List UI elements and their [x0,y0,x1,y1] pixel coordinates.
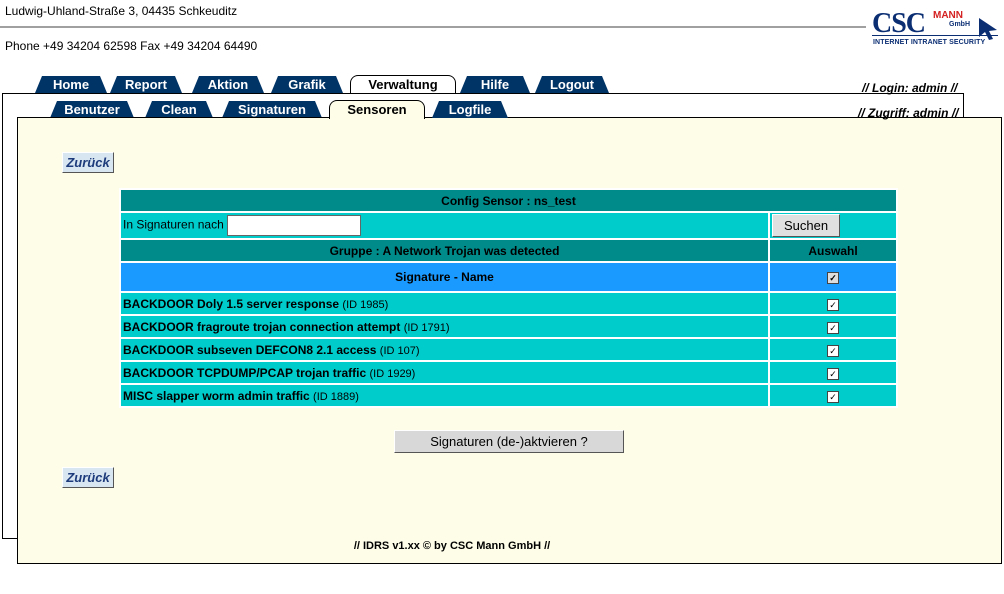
tab-verwaltung[interactable]: Verwaltung [350,75,456,94]
select-all-checkbox[interactable]: ✓ [827,272,839,284]
zugriff-label: // Zugriff: [858,106,910,120]
signature-id: (ID 1985) [342,298,389,311]
row-check-cell: ✓ [770,316,896,337]
signature-id: (ID 1929) [369,367,416,380]
row-checkbox[interactable]: ✓ [827,390,839,403]
signature-name: MISC slapper worm admin traffic [123,388,310,403]
row-checkbox[interactable]: ✓ [827,344,839,357]
zugriff-info: // Zugriff: admin // [858,106,958,120]
csc-mann-logo: CSC MANN GmbH INTERNET INTRANET SECURITY [872,8,1000,50]
table-row: BACKDOOR TCPDUMP/PCAP trojan traffic (ID… [121,362,896,383]
login-suffix: // [950,81,958,95]
footer-text: // IDRS v1.xx © by CSC Mann GmbH // [353,540,551,552]
search-input[interactable] [227,215,362,236]
row-checkbox[interactable]: ✓ [827,298,839,311]
tab-hilfe[interactable]: Hilfe [460,76,530,93]
row-name-cell: BACKDOOR TCPDUMP/PCAP trojan traffic (ID… [121,362,768,383]
company-phone: Phone +49 34204 62598 Fax +49 34204 6449… [5,39,258,53]
back-button-bottom[interactable]: Zurück [62,467,114,488]
row-check-cell: ✓ [770,339,896,360]
logo-mann: MANN [933,10,963,21]
signature-name: BACKDOOR TCPDUMP/PCAP trojan traffic [123,365,367,380]
logo-tagline: INTERNET INTRANET SECURITY [873,39,986,46]
signature-name: BACKDOOR Doly 1.5 server response [123,296,340,311]
toggle-signatures-button[interactable]: Signaturen (de-)aktvieren ? [394,430,624,453]
logo-gmbh: GmbH [949,21,970,28]
back-button-top[interactable]: Zurück [62,152,114,173]
tab-benutzer[interactable]: Benutzer [50,101,134,118]
signature-name: BACKDOOR subseven DEFCON8 2.1 access [123,342,377,357]
signature-id: (ID 107) [379,344,420,357]
tab-aktion[interactable]: Aktion [192,76,264,93]
login-label: // Login: [862,81,909,95]
row-checkbox[interactable]: ✓ [827,367,839,380]
signature-name: BACKDOOR fragroute trojan connection att… [123,319,401,334]
tab-logout[interactable]: Logout [535,76,609,93]
cursor-arrow-icon [979,18,997,40]
zugriff-suffix: // [951,106,959,120]
tab-sensoren[interactable]: Sensoren [329,100,425,119]
signature-id: (ID 1791) [403,321,450,334]
name-header: Signature - Name [121,263,768,291]
logo-rule [872,35,998,36]
search-label: In Signaturen nach [123,217,224,232]
footer-copyright: // IDRS v1.xx © by CSC Mann GmbH // [0,540,1004,552]
row-name-cell: MISC slapper worm admin traffic (ID 1889… [121,385,768,406]
login-info: // Login: admin // [862,81,957,95]
signature-table: Config Sensor : ns_test In Signaturen na… [119,188,898,408]
row-check-cell: ✓ [770,385,896,406]
select-all-cell: ✓ [770,263,896,291]
tab-clean[interactable]: Clean [145,101,213,118]
table-title: Config Sensor : ns_test [121,190,896,211]
search-cell: In Signaturen nach [121,213,768,238]
table-row: BACKDOOR subseven DEFCON8 2.1 access (ID… [121,339,896,360]
tab-signaturen[interactable]: Signaturen [222,101,322,118]
search-button[interactable]: Suchen [772,214,840,237]
row-check-cell: ✓ [770,293,896,314]
tab-report[interactable]: Report [110,76,182,93]
zugriff-user: admin [913,106,949,120]
row-name-cell: BACKDOOR fragroute trojan connection att… [121,316,768,337]
table-row: BACKDOOR Doly 1.5 server response (ID 19… [121,293,896,314]
tab-home[interactable]: Home [35,76,107,93]
row-name-cell: BACKDOOR Doly 1.5 server response (ID 19… [121,293,768,314]
search-button-cell: Suchen [770,213,896,238]
table-row: BACKDOOR fragroute trojan connection att… [121,316,896,337]
row-checkbox[interactable]: ✓ [827,321,839,334]
header-divider [0,26,866,28]
signature-id: (ID 1889) [313,390,359,403]
tab-logfile[interactable]: Logfile [432,101,508,118]
row-name-cell: BACKDOOR subseven DEFCON8 2.1 access (ID… [121,339,768,360]
select-header: Auswahl [770,240,896,261]
tab-grafik[interactable]: Grafik [271,76,343,93]
company-address: Ludwig-Uhland-Straße 3, 04435 Schkeuditz [5,4,238,18]
login-user: admin [912,81,948,95]
group-header: Gruppe : A Network Trojan was detected [121,240,768,261]
row-check-cell: ✓ [770,362,896,383]
table-row: MISC slapper worm admin traffic (ID 1889… [121,385,896,406]
